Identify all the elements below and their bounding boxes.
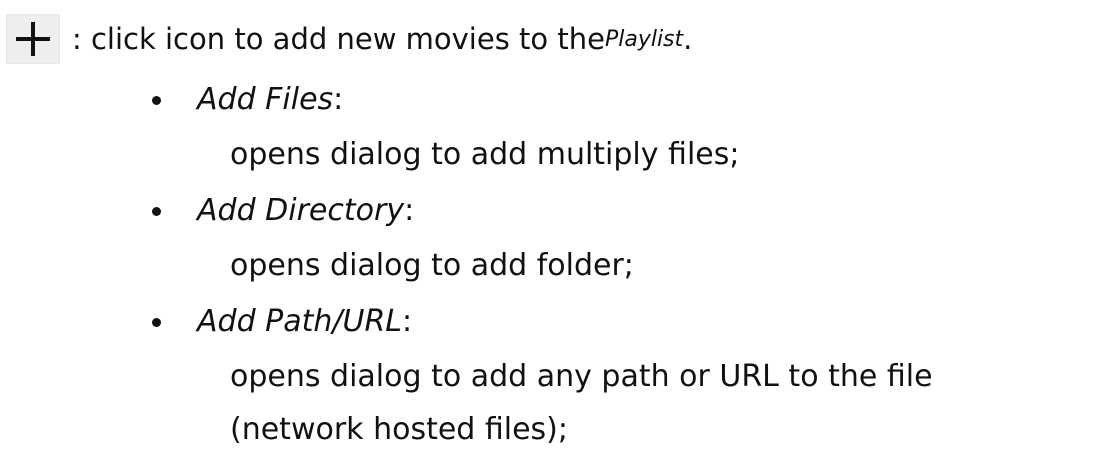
bullet-icon xyxy=(152,206,161,216)
item-description: opens dialog to add multiply files; xyxy=(230,137,740,172)
bullet-icon xyxy=(152,317,161,327)
list-item-add-path-url: Add Path/URL : opens dialog to add any p… xyxy=(152,292,933,456)
intro-period: . xyxy=(683,22,693,56)
item-title: Add Path/URL xyxy=(197,303,403,339)
item-title: Add Directory xyxy=(197,192,405,228)
item-heading: Add Files : xyxy=(152,70,933,128)
add-options-list: Add Files : opens dialog to add multiply… xyxy=(152,70,933,456)
bullet-icon xyxy=(152,95,161,105)
item-description: opens dialog to add any path or URL to t… xyxy=(230,359,933,394)
item-description: (network hosted files); xyxy=(230,412,568,447)
item-separator: : xyxy=(404,192,415,228)
intro-line: : click icon to add new movies to the Pl… xyxy=(6,14,692,64)
list-item-add-directory: Add Directory : opens dialog to add fold… xyxy=(152,181,933,292)
item-heading: Add Path/URL : xyxy=(152,292,933,350)
playlist-word: Playlist xyxy=(604,26,684,52)
plus-icon[interactable] xyxy=(6,14,60,64)
intro-text: : click icon to add new movies to the xyxy=(72,22,605,56)
list-item-add-files: Add Files : opens dialog to add multiply… xyxy=(152,70,933,181)
item-separator: : xyxy=(402,303,413,339)
item-title: Add Files xyxy=(197,81,334,117)
item-separator: : xyxy=(333,81,344,117)
item-description: opens dialog to add folder; xyxy=(230,248,634,283)
item-heading: Add Directory : xyxy=(152,181,933,239)
